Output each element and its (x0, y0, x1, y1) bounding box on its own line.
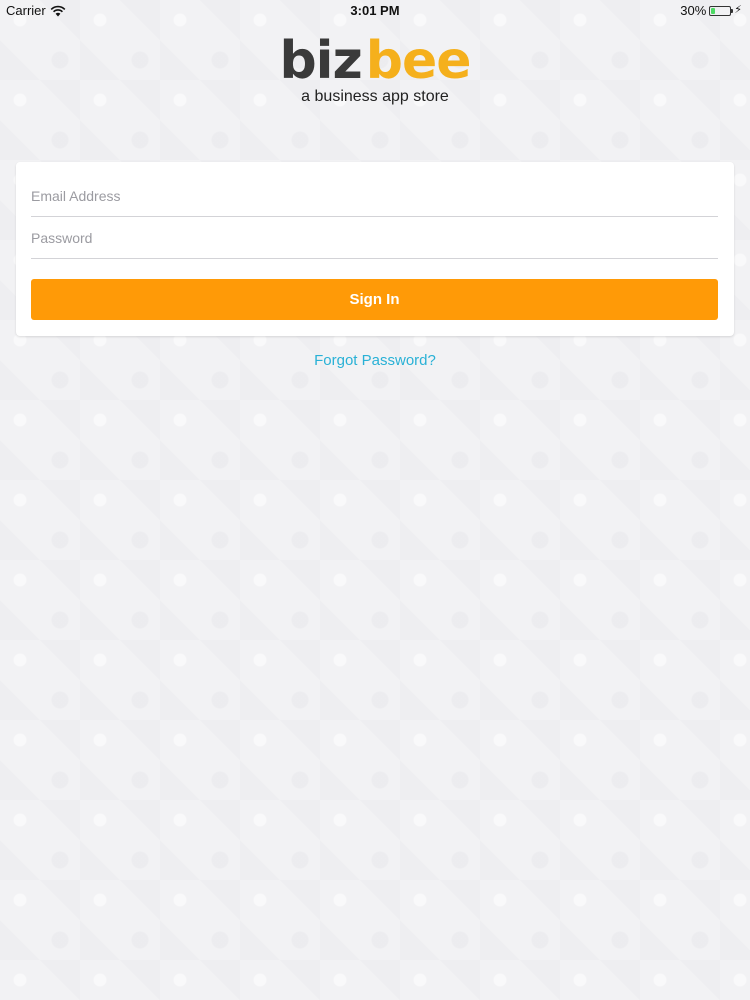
email-field[interactable] (31, 176, 718, 216)
logo-wordmark: bizbee (279, 31, 472, 91)
status-bar: Carrier 3:01 PM 30% ⚡ (0, 0, 750, 22)
brand-logo: bizbee a business app store (0, 32, 750, 106)
sign-in-button[interactable]: Sign In (31, 279, 718, 320)
battery-icon (709, 5, 734, 16)
status-time: 3:01 PM (350, 3, 400, 18)
logo-biz: biz (279, 31, 362, 91)
logo-bee: bee (365, 31, 472, 91)
status-right: 30% ⚡ (680, 3, 742, 18)
login-card: Sign In (16, 162, 734, 336)
battery-fill (711, 7, 716, 14)
forgot-password-link[interactable]: Forgot Password? (0, 352, 750, 369)
tagline: a business app store (301, 88, 449, 105)
battery-percent: 30% (680, 3, 707, 18)
password-field-wrapper (31, 218, 718, 259)
email-field-wrapper (31, 176, 718, 217)
charging-icon: ⚡ (734, 4, 742, 16)
password-field[interactable] (31, 218, 718, 258)
